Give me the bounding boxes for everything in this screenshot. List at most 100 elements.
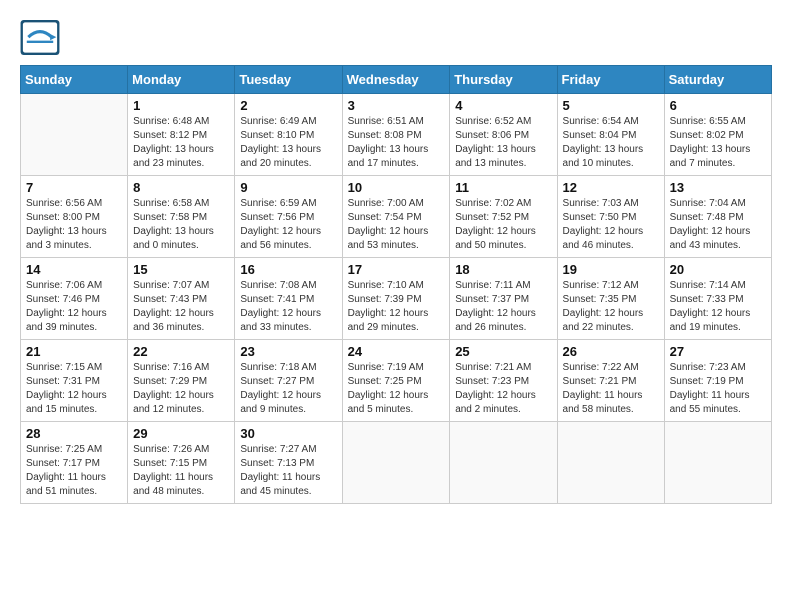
day-info: Sunrise: 6:59 AM Sunset: 7:56 PM Dayligh…	[240, 197, 336, 253]
calendar-cell: 27 Sunrise: 7:23 AM Sunset: 7:19 PM Dayli…	[664, 340, 771, 422]
day-info: Sunrise: 7:15 AM Sunset: 7:31 PM Dayligh…	[26, 361, 122, 417]
day-number: 19	[563, 262, 659, 277]
day-number: 24	[348, 344, 445, 359]
day-number: 25	[455, 344, 551, 359]
day-number: 28	[26, 426, 122, 441]
day-number: 2	[240, 98, 336, 113]
weekday-header: Monday	[128, 66, 235, 94]
calendar-cell: 18 Sunrise: 7:11 AM Sunset: 7:37 PM Dayli…	[450, 258, 557, 340]
page-header	[20, 20, 772, 55]
day-info: Sunrise: 7:23 AM Sunset: 7:19 PM Dayligh…	[670, 361, 766, 417]
day-number: 5	[563, 98, 659, 113]
day-number: 30	[240, 426, 336, 441]
calendar-cell: 17 Sunrise: 7:10 AM Sunset: 7:39 PM Dayli…	[342, 258, 450, 340]
day-info: Sunrise: 7:11 AM Sunset: 7:37 PM Dayligh…	[455, 279, 551, 335]
calendar-cell: 4 Sunrise: 6:52 AM Sunset: 8:06 PM Daylig…	[450, 94, 557, 176]
calendar-cell: 11 Sunrise: 7:02 AM Sunset: 7:52 PM Dayli…	[450, 176, 557, 258]
calendar-cell: 1 Sunrise: 6:48 AM Sunset: 8:12 PM Daylig…	[128, 94, 235, 176]
calendar-cell: 10Sunrise: 7:00 AM Sunset: 7:54 PM Dayli…	[342, 176, 450, 258]
day-number: 9	[240, 180, 336, 195]
day-number: 27	[670, 344, 766, 359]
day-info: Sunrise: 7:02 AM Sunset: 7:52 PM Dayligh…	[455, 197, 551, 253]
day-number: 10	[348, 180, 445, 195]
day-number: 17	[348, 262, 445, 277]
calendar-cell: 28 Sunrise: 7:25 AM Sunset: 7:17 PM Dayli…	[21, 422, 128, 504]
calendar-cell: 29Sunrise: 7:26 AM Sunset: 7:15 PM Dayli…	[128, 422, 235, 504]
calendar-cell: 26 Sunrise: 7:22 AM Sunset: 7:21 PM Dayli…	[557, 340, 664, 422]
calendar-cell	[557, 422, 664, 504]
day-info: Sunrise: 7:22 AM Sunset: 7:21 PM Dayligh…	[563, 361, 659, 417]
calendar-table: SundayMondayTuesdayWednesdayThursdayFrid…	[20, 65, 772, 504]
day-info: Sunrise: 6:51 AM Sunset: 8:08 PM Dayligh…	[348, 115, 445, 171]
day-number: 21	[26, 344, 122, 359]
day-number: 1	[133, 98, 229, 113]
calendar-cell: 7 Sunrise: 6:56 AM Sunset: 8:00 PM Daylig…	[21, 176, 128, 258]
day-info: Sunrise: 6:55 AM Sunset: 8:02 PM Dayligh…	[670, 115, 766, 171]
logo	[20, 20, 64, 55]
logo-icon	[20, 20, 60, 55]
day-info: Sunrise: 7:19 AM Sunset: 7:25 PM Dayligh…	[348, 361, 445, 417]
day-number: 7	[26, 180, 122, 195]
calendar-cell: 12 Sunrise: 7:03 AM Sunset: 7:50 PM Dayli…	[557, 176, 664, 258]
day-info: Sunrise: 6:48 AM Sunset: 8:12 PM Dayligh…	[133, 115, 229, 171]
calendar-cell	[664, 422, 771, 504]
day-number: 14	[26, 262, 122, 277]
calendar-week-row: 28 Sunrise: 7:25 AM Sunset: 7:17 PM Dayli…	[21, 422, 772, 504]
day-info: Sunrise: 7:06 AM Sunset: 7:46 PM Dayligh…	[26, 279, 122, 335]
day-number: 15	[133, 262, 229, 277]
day-info: Sunrise: 7:25 AM Sunset: 7:17 PM Dayligh…	[26, 443, 122, 499]
day-info: Sunrise: 7:16 AM Sunset: 7:29 PM Dayligh…	[133, 361, 229, 417]
calendar-cell: 8 Sunrise: 6:58 AM Sunset: 7:58 PM Daylig…	[128, 176, 235, 258]
calendar-cell: 2 Sunrise: 6:49 AM Sunset: 8:10 PM Daylig…	[235, 94, 342, 176]
calendar-cell: 25 Sunrise: 7:21 AM Sunset: 7:23 PM Dayli…	[450, 340, 557, 422]
calendar-cell: 16Sunrise: 7:08 AM Sunset: 7:41 PM Dayli…	[235, 258, 342, 340]
day-info: Sunrise: 7:14 AM Sunset: 7:33 PM Dayligh…	[670, 279, 766, 335]
calendar-cell: 6Sunrise: 6:55 AM Sunset: 8:02 PM Daylig…	[664, 94, 771, 176]
calendar-cell: 13Sunrise: 7:04 AM Sunset: 7:48 PM Dayli…	[664, 176, 771, 258]
calendar-cell: 20 Sunrise: 7:14 AM Sunset: 7:33 PM Dayli…	[664, 258, 771, 340]
day-number: 12	[563, 180, 659, 195]
calendar-cell: 9 Sunrise: 6:59 AM Sunset: 7:56 PM Daylig…	[235, 176, 342, 258]
day-info: Sunrise: 7:21 AM Sunset: 7:23 PM Dayligh…	[455, 361, 551, 417]
day-number: 11	[455, 180, 551, 195]
day-info: Sunrise: 7:10 AM Sunset: 7:39 PM Dayligh…	[348, 279, 445, 335]
day-number: 8	[133, 180, 229, 195]
day-number: 4	[455, 98, 551, 113]
day-number: 3	[348, 98, 445, 113]
calendar-cell	[21, 94, 128, 176]
calendar-week-row: 7 Sunrise: 6:56 AM Sunset: 8:00 PM Daylig…	[21, 176, 772, 258]
day-number: 22	[133, 344, 229, 359]
weekday-header: Thursday	[450, 66, 557, 94]
day-info: Sunrise: 6:56 AM Sunset: 8:00 PM Dayligh…	[26, 197, 122, 253]
calendar-cell	[342, 422, 450, 504]
day-number: 16	[240, 262, 336, 277]
day-number: 20	[670, 262, 766, 277]
day-info: Sunrise: 6:54 AM Sunset: 8:04 PM Dayligh…	[563, 115, 659, 171]
weekday-header: Friday	[557, 66, 664, 94]
day-number: 18	[455, 262, 551, 277]
weekday-header: Wednesday	[342, 66, 450, 94]
calendar-week-row: 14 Sunrise: 7:06 AM Sunset: 7:46 PM Dayli…	[21, 258, 772, 340]
calendar-week-row: 21 Sunrise: 7:15 AM Sunset: 7:31 PM Dayli…	[21, 340, 772, 422]
day-number: 23	[240, 344, 336, 359]
day-info: Sunrise: 7:18 AM Sunset: 7:27 PM Dayligh…	[240, 361, 336, 417]
day-info: Sunrise: 7:12 AM Sunset: 7:35 PM Dayligh…	[563, 279, 659, 335]
day-info: Sunrise: 6:52 AM Sunset: 8:06 PM Dayligh…	[455, 115, 551, 171]
calendar-cell: 15Sunrise: 7:07 AM Sunset: 7:43 PM Dayli…	[128, 258, 235, 340]
day-info: Sunrise: 7:27 AM Sunset: 7:13 PM Dayligh…	[240, 443, 336, 499]
weekday-header: Sunday	[21, 66, 128, 94]
calendar-cell: 14 Sunrise: 7:06 AM Sunset: 7:46 PM Dayli…	[21, 258, 128, 340]
day-info: Sunrise: 6:49 AM Sunset: 8:10 PM Dayligh…	[240, 115, 336, 171]
calendar-cell: 23 Sunrise: 7:18 AM Sunset: 7:27 PM Dayli…	[235, 340, 342, 422]
day-number: 29	[133, 426, 229, 441]
calendar-cell: 19 Sunrise: 7:12 AM Sunset: 7:35 PM Dayli…	[557, 258, 664, 340]
calendar-cell: 30 Sunrise: 7:27 AM Sunset: 7:13 PM Dayli…	[235, 422, 342, 504]
calendar-cell: 24 Sunrise: 7:19 AM Sunset: 7:25 PM Dayli…	[342, 340, 450, 422]
calendar-header-row: SundayMondayTuesdayWednesdayThursdayFrid…	[21, 66, 772, 94]
day-info: Sunrise: 7:04 AM Sunset: 7:48 PM Dayligh…	[670, 197, 766, 253]
calendar-cell: 5 Sunrise: 6:54 AM Sunset: 8:04 PM Daylig…	[557, 94, 664, 176]
day-number: 26	[563, 344, 659, 359]
day-info: Sunrise: 7:03 AM Sunset: 7:50 PM Dayligh…	[563, 197, 659, 253]
calendar-cell: 21 Sunrise: 7:15 AM Sunset: 7:31 PM Dayli…	[21, 340, 128, 422]
day-info: Sunrise: 6:58 AM Sunset: 7:58 PM Dayligh…	[133, 197, 229, 253]
